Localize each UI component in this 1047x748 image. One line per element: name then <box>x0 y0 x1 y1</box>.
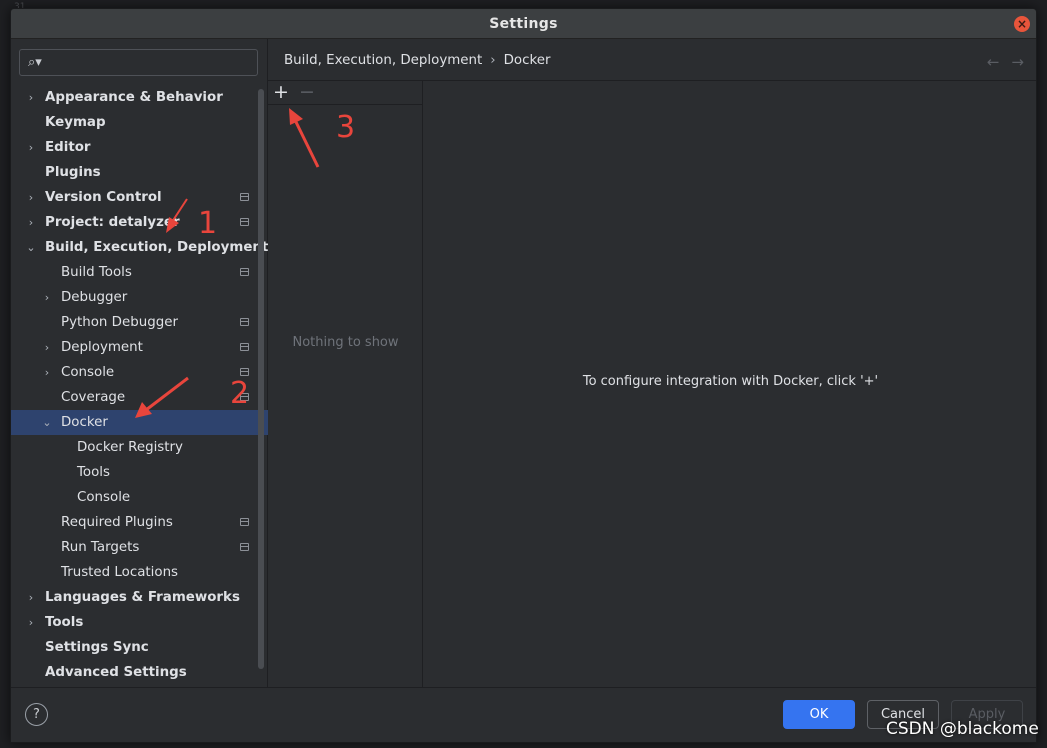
chevron-right-icon[interactable]: › <box>25 585 37 610</box>
annotation-label-1: 1 <box>198 206 218 241</box>
breadcrumb-current: Docker <box>503 53 551 68</box>
sidebar-item-label: Version Control <box>45 190 162 205</box>
sidebar-item-label: Deployment <box>61 340 143 355</box>
project-level-icon <box>240 368 249 376</box>
sidebar-item-label: Editor <box>45 140 91 155</box>
sidebar-item-label: Appearance & Behavior <box>45 90 223 105</box>
sidebar-item-project-detalyzer[interactable]: › Project: detalyzer <box>11 210 268 235</box>
sidebar-item-build-execution-deployment[interactable]: ⌄ Build, Execution, Deployment <box>11 235 268 260</box>
sidebar-item-version-control[interactable]: › Version Control <box>11 185 268 210</box>
chevron-right-icon[interactable]: › <box>25 210 37 235</box>
project-level-icon <box>240 343 249 351</box>
sidebar-item-label: Languages & Frameworks <box>45 590 240 605</box>
project-level-icon <box>240 318 249 326</box>
sidebar-item-label: Build, Execution, Deployment <box>45 240 269 255</box>
sidebar-item-label: Docker Registry <box>77 440 183 455</box>
empty-list-text: Nothing to show <box>292 335 399 350</box>
docker-list-pane: + − Nothing to show <box>268 80 423 687</box>
sidebar-item-required-plugins[interactable]: Required Plugins <box>11 510 268 535</box>
sidebar-item-label: Python Debugger <box>61 315 178 330</box>
sidebar-item-label: Required Plugins <box>61 515 173 530</box>
close-icon: × <box>1016 17 1028 31</box>
settings-dialog: Settings × ⌕▾ › Appearance & Behavior Keym… <box>10 8 1037 743</box>
chevron-down-icon[interactable]: ⌄ <box>25 235 37 260</box>
sidebar-item-label: Run Targets <box>61 540 140 555</box>
close-button[interactable]: × <box>1014 16 1030 32</box>
forward-arrow-icon[interactable]: → <box>1011 53 1024 71</box>
sidebar-item-label: Trusted Locations <box>61 565 179 580</box>
main-panel: Build, Execution, Deployment › Docker ← → +… <box>268 39 1036 687</box>
sidebar-item-advanced-settings[interactable]: Advanced Settings <box>11 660 268 685</box>
breadcrumb-parent[interactable]: Build, Execution, Deployment <box>284 53 482 68</box>
add-docker-button[interactable]: + <box>273 81 289 103</box>
title-bar: Settings × <box>11 9 1036 39</box>
chevron-right-icon[interactable]: › <box>41 335 53 360</box>
sidebar-item-label: Advanced Settings <box>45 665 187 680</box>
sidebar-item-keymap[interactable]: Keymap <box>11 110 268 135</box>
project-level-icon <box>240 518 249 526</box>
chevron-right-icon[interactable]: › <box>25 135 37 160</box>
sidebar-item-label: Build Tools <box>61 265 132 280</box>
chevron-right-icon[interactable]: › <box>25 85 37 110</box>
sidebar-item-label: Plugins <box>45 165 101 180</box>
annotation-label-2: 2 <box>230 376 250 411</box>
sidebar-item-settings-sync[interactable]: Settings Sync <box>11 635 268 660</box>
sidebar-item-label: Keymap <box>45 115 106 130</box>
dialog-footer: ? OK Cancel Apply <box>11 687 1036 742</box>
help-button[interactable]: ? <box>25 703 48 726</box>
breadcrumb-separator-icon: › <box>490 53 496 68</box>
settings-sidebar: ⌕▾ › Appearance & Behavior Keymap › Editor Pl… <box>11 39 268 687</box>
sidebar-item-label: Settings Sync <box>45 640 149 655</box>
sidebar-item-plugins[interactable]: Plugins <box>11 160 268 185</box>
annotation-label-3: 3 <box>336 110 356 145</box>
history-navigation: ← → <box>975 53 1024 71</box>
ok-button[interactable]: OK <box>783 700 855 729</box>
configure-docker-message: To configure integration with Docker, cl… <box>582 374 879 389</box>
search-icon: ⌕▾ <box>28 55 42 70</box>
sidebar-item-label: Coverage <box>61 390 126 405</box>
project-level-icon <box>240 268 249 276</box>
chevron-down-icon[interactable]: ⌄ <box>41 410 53 435</box>
sidebar-item-debugger[interactable]: › Debugger <box>11 285 268 310</box>
sidebar-item-tools[interactable]: › Tools <box>11 610 268 635</box>
chevron-right-icon[interactable]: › <box>41 285 53 310</box>
sidebar-item-label: Console <box>61 365 115 380</box>
list-toolbar: + − <box>268 81 422 105</box>
chevron-right-icon[interactable]: › <box>41 360 53 385</box>
project-level-icon <box>240 218 249 226</box>
breadcrumb: Build, Execution, Deployment › Docker <box>284 53 551 68</box>
sidebar-item-appearance-behavior[interactable]: › Appearance & Behavior <box>11 85 268 110</box>
sidebar-item-python-debugger[interactable]: Python Debugger <box>11 310 268 335</box>
project-level-icon <box>240 543 249 551</box>
sidebar-item-trusted-locations[interactable]: Trusted Locations <box>11 560 268 585</box>
sidebar-item-tools[interactable]: Tools <box>11 460 268 485</box>
sidebar-item-label: Tools <box>77 465 110 480</box>
dialog-title: Settings <box>489 16 558 32</box>
sidebar-item-console[interactable]: Console <box>11 485 268 510</box>
sidebar-item-run-targets[interactable]: Run Targets <box>11 535 268 560</box>
project-level-icon <box>240 193 249 201</box>
search-input[interactable]: ⌕▾ <box>19 49 258 76</box>
sidebar-item-editor[interactable]: › Editor <box>11 135 268 160</box>
chevron-right-icon[interactable]: › <box>25 185 37 210</box>
sidebar-item-label: Project: detalyzer <box>45 215 180 230</box>
docker-detail-pane: To configure integration with Docker, cl… <box>423 80 1036 687</box>
sidebar-item-label: Debugger <box>61 290 128 305</box>
watermark: CSDN @blackome <box>886 719 1039 739</box>
remove-docker-button[interactable]: − <box>299 81 315 103</box>
chevron-right-icon[interactable]: › <box>25 610 37 635</box>
sidebar-item-docker[interactable]: ⌄ Docker <box>11 410 268 435</box>
sidebar-item-label: Console <box>77 490 131 505</box>
sidebar-item-docker-registry[interactable]: Docker Registry <box>11 435 268 460</box>
sidebar-scrollbar[interactable] <box>258 89 264 669</box>
sidebar-item-label: Tools <box>45 615 84 630</box>
sidebar-item-label: Docker <box>61 415 108 430</box>
sidebar-item-languages-frameworks[interactable]: › Languages & Frameworks <box>11 585 268 610</box>
back-arrow-icon[interactable]: ← <box>987 53 1000 71</box>
sidebar-item-deployment[interactable]: › Deployment <box>11 335 268 360</box>
sidebar-item-build-tools[interactable]: Build Tools <box>11 260 268 285</box>
